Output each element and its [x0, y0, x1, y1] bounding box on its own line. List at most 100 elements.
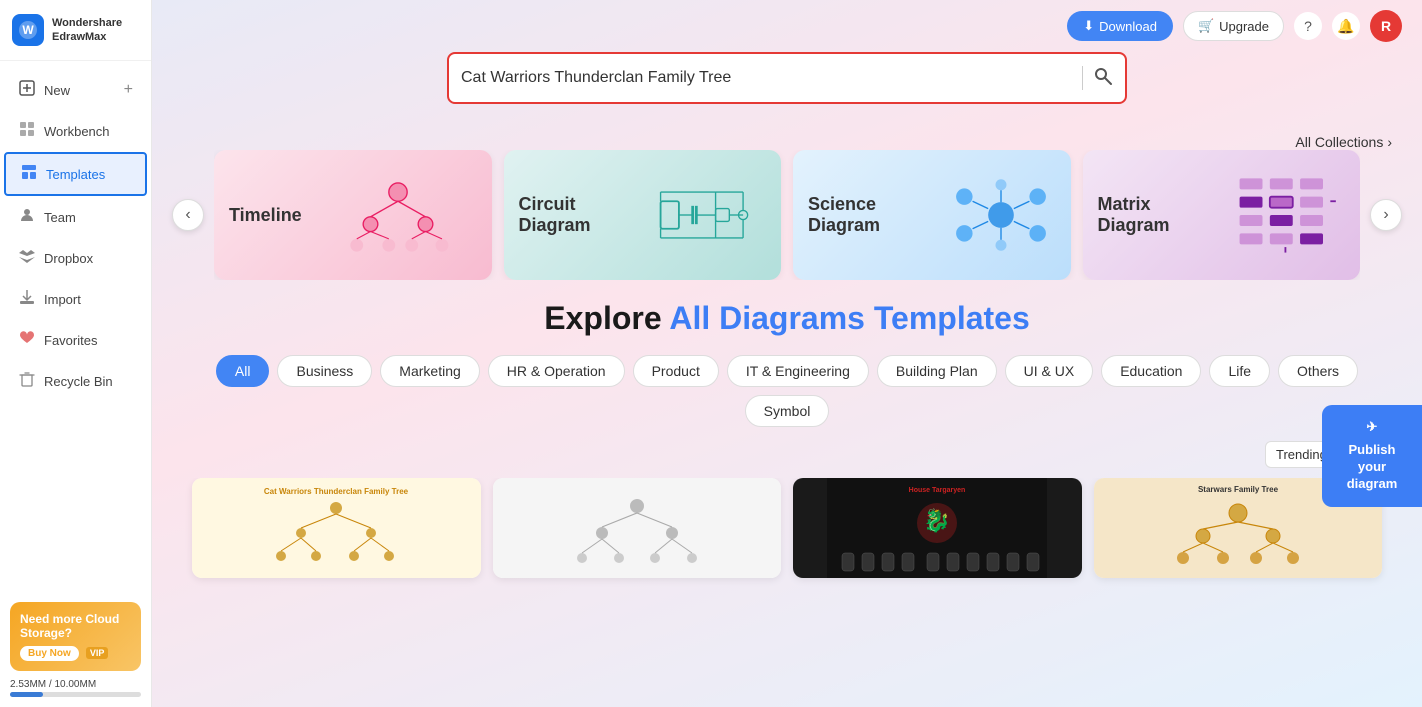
- circuit-visual: [656, 170, 766, 260]
- favorites-icon: [18, 330, 36, 350]
- search-icon: [1093, 66, 1113, 86]
- carousel-label-circuit-diagram: Circuit Diagram: [519, 194, 647, 236]
- upgrade-button[interactable]: 🛒 Upgrade: [1183, 11, 1284, 41]
- sidebar-item-favorites[interactable]: Favorites: [4, 320, 147, 360]
- carousel-label-science-diagram: Science Diagram: [808, 194, 936, 236]
- carousel-item-matrix-diagram[interactable]: Matrix Diagram: [1083, 150, 1361, 280]
- svg-text:🐉: 🐉: [924, 508, 951, 533]
- help-button[interactable]: ?: [1294, 12, 1322, 40]
- storage-bar-background: [10, 692, 141, 697]
- matrix-visual: [1235, 170, 1345, 260]
- template-card-img-cat-family-2: [493, 478, 782, 578]
- science-visual: [946, 170, 1056, 260]
- vip-badge: VIP: [86, 647, 109, 659]
- svg-text:Cat Warriors Thunderclan Famil: Cat Warriors Thunderclan Family Tree: [264, 487, 409, 496]
- filter-tab-education[interactable]: Education: [1101, 355, 1201, 387]
- sidebar-item-label-import: Import: [44, 292, 81, 307]
- explore-section: Explore All Diagrams Templates All Busin…: [152, 280, 1422, 598]
- workbench-icon: [18, 121, 36, 141]
- import-icon: [18, 289, 36, 309]
- sidebar: W Wondershare EdrawMax New + Workbench: [0, 0, 152, 707]
- filter-tab-ui-ux[interactable]: UI & UX: [1005, 355, 1094, 387]
- main-content: ⬇ Download 🛒 Upgrade ? 🔔 R All Collectio…: [152, 0, 1422, 707]
- search-divider: [1082, 66, 1083, 90]
- carousel-prev-button[interactable]: ‹: [172, 199, 204, 231]
- sidebar-item-label-favorites: Favorites: [44, 333, 97, 348]
- sidebar-item-label-recycle-bin: Recycle Bin: [44, 374, 113, 389]
- sidebar-navigation: New + Workbench Templates Team: [0, 61, 151, 592]
- filter-tab-product[interactable]: Product: [633, 355, 719, 387]
- cart-icon: 🛒: [1198, 18, 1214, 34]
- svg-text:House Targaryen: House Targaryen: [909, 487, 966, 494]
- logo-text: Wondershare EdrawMax: [52, 16, 122, 45]
- sidebar-item-label-templates: Templates: [46, 167, 105, 182]
- filter-tab-business[interactable]: Business: [277, 355, 372, 387]
- sidebar-item-templates[interactable]: Templates: [4, 152, 147, 196]
- app-logo: W Wondershare EdrawMax: [0, 0, 151, 61]
- notification-button[interactable]: 🔔: [1332, 12, 1360, 40]
- filter-tab-hr-operation[interactable]: HR & Operation: [488, 355, 625, 387]
- sidebar-item-label-workbench: Workbench: [44, 124, 110, 139]
- sidebar-item-workbench[interactable]: Workbench: [4, 111, 147, 151]
- download-icon: ⬇: [1083, 18, 1094, 34]
- carousel-item-circuit-diagram[interactable]: Circuit Diagram: [504, 150, 782, 280]
- plus-icon: +: [124, 81, 133, 99]
- sidebar-item-team[interactable]: Team: [4, 197, 147, 237]
- buy-now-button[interactable]: Buy Now: [20, 646, 79, 661]
- explore-title: Explore All Diagrams Templates: [182, 300, 1392, 337]
- all-collections-row: All Collections ›: [152, 124, 1422, 150]
- topbar: ⬇ Download 🛒 Upgrade ? 🔔 R: [152, 0, 1422, 52]
- dropbox-icon: [18, 248, 36, 268]
- carousel-items: Timeline: [214, 150, 1360, 280]
- storage-usage-text: 2.53MM / 10.00MM: [10, 679, 141, 690]
- templates-icon: [20, 164, 38, 184]
- template-card-img-house-targaryen: House Targaryen 🐉: [793, 478, 1082, 578]
- sidebar-item-label-new: New: [44, 83, 70, 98]
- sidebar-item-label-team: Team: [44, 210, 76, 225]
- send-icon: ✈: [1367, 419, 1378, 436]
- sidebar-item-new[interactable]: New +: [4, 70, 147, 110]
- publish-diagram-button[interactable]: ✈ Publish your diagram: [1322, 405, 1422, 507]
- filter-tabs: All Business Marketing HR & Operation Pr…: [182, 355, 1392, 427]
- sidebar-item-import[interactable]: Import: [4, 279, 147, 319]
- search-button[interactable]: [1093, 66, 1113, 91]
- template-card-cat-family-2[interactable]: [493, 478, 782, 578]
- recycle-bin-icon: [18, 371, 36, 391]
- svg-text:W: W: [22, 23, 34, 37]
- carousel-label-matrix-diagram: Matrix Diagram: [1098, 194, 1226, 236]
- cloud-storage-title: Need more Cloud Storage?: [20, 612, 131, 640]
- filter-tab-symbol[interactable]: Symbol: [745, 395, 830, 427]
- search-box: [447, 52, 1127, 104]
- avatar-button[interactable]: R: [1370, 10, 1402, 42]
- filter-tab-others[interactable]: Others: [1278, 355, 1358, 387]
- sidebar-bottom: Need more Cloud Storage? Buy Now VIP 2.5…: [0, 592, 151, 707]
- filter-tab-building-plan[interactable]: Building Plan: [877, 355, 997, 387]
- logo-icon: W: [12, 14, 44, 46]
- template-card-img-cat-warriors: Cat Warriors Thunderclan Family Tree: [192, 478, 481, 578]
- templates-grid: Cat Warriors Thunderclan Family Tree: [182, 478, 1392, 598]
- team-icon: [18, 207, 36, 227]
- search-container: [152, 52, 1422, 124]
- template-card-cat-warriors[interactable]: Cat Warriors Thunderclan Family Tree: [192, 478, 481, 578]
- filter-tab-all[interactable]: All: [216, 355, 270, 387]
- carousel-container: ‹ Timeline: [152, 150, 1422, 280]
- carousel-item-science-diagram[interactable]: Science Diagram: [793, 150, 1071, 280]
- sidebar-item-recycle-bin[interactable]: Recycle Bin: [4, 361, 147, 401]
- template-card-house-targaryen[interactable]: House Targaryen 🐉: [793, 478, 1082, 578]
- sort-row: Trending Newest Most Popular: [182, 441, 1392, 478]
- cloud-storage-card: Need more Cloud Storage? Buy Now VIP: [10, 602, 141, 671]
- carousel-next-button[interactable]: ›: [1370, 199, 1402, 231]
- all-collections-link[interactable]: All Collections ›: [1295, 134, 1392, 150]
- sidebar-item-label-dropbox: Dropbox: [44, 251, 93, 266]
- carousel-item-timeline[interactable]: Timeline: [214, 150, 492, 280]
- sidebar-item-dropbox[interactable]: Dropbox: [4, 238, 147, 278]
- filter-tab-life[interactable]: Life: [1209, 355, 1270, 387]
- search-input[interactable]: [461, 69, 1072, 87]
- download-button[interactable]: ⬇ Download: [1067, 11, 1173, 41]
- new-icon: [18, 80, 36, 100]
- filter-tab-it-engineering[interactable]: IT & Engineering: [727, 355, 869, 387]
- storage-bar-container: 2.53MM / 10.00MM: [10, 679, 141, 697]
- svg-text:Starwars Family Tree: Starwars Family Tree: [1198, 485, 1279, 494]
- timeline-visual: [319, 170, 477, 260]
- filter-tab-marketing[interactable]: Marketing: [380, 355, 479, 387]
